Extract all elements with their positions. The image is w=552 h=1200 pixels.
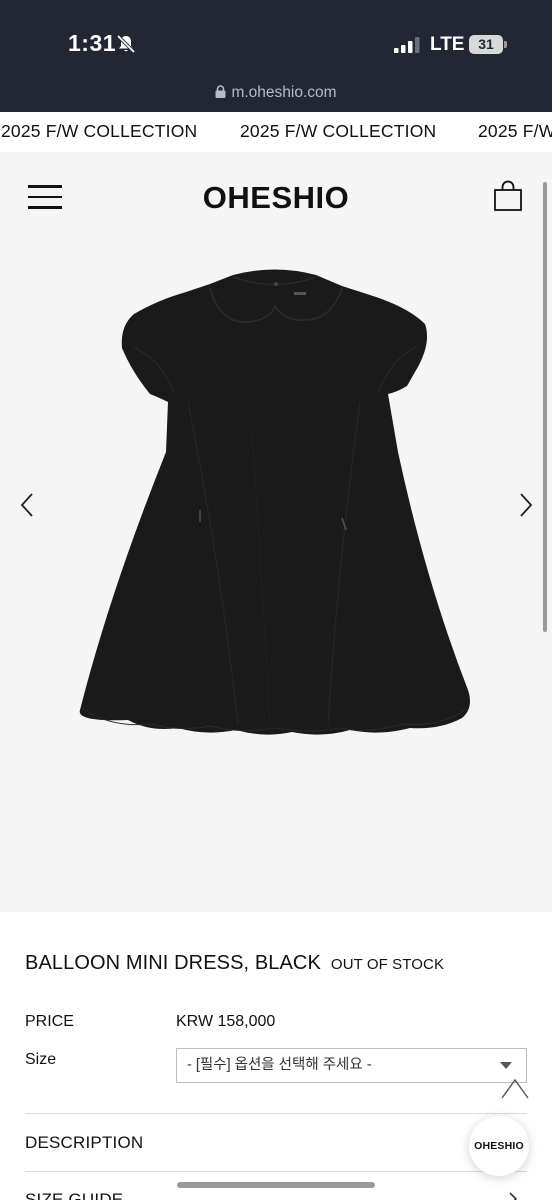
chevron-left-icon[interactable] bbox=[18, 492, 36, 518]
size-guide-toggle[interactable]: SIZE GUIDE bbox=[25, 1190, 123, 1200]
description-toggle[interactable]: DESCRIPTION bbox=[25, 1133, 143, 1153]
battery-icon: 31 bbox=[469, 35, 503, 54]
price-label: PRICE bbox=[25, 1013, 74, 1030]
price-value: KRW 158,000 bbox=[176, 1013, 276, 1030]
divider bbox=[25, 1171, 527, 1172]
site-logo[interactable]: OHESHIO bbox=[0, 180, 552, 216]
status-time: 1:31 bbox=[68, 30, 117, 56]
size-label: Size bbox=[25, 1051, 57, 1068]
chevron-right-icon[interactable] bbox=[508, 1192, 518, 1200]
product-info: BALLOON MINI DRESS, BLACK OUT OF STOCK PR… bbox=[0, 912, 552, 1200]
product-image[interactable] bbox=[70, 262, 480, 746]
status-bar: 1:31 LTE 31 m.oheshio.com bbox=[0, 0, 552, 112]
shopping-bag-icon[interactable] bbox=[493, 180, 523, 212]
bell-slash-icon bbox=[116, 34, 136, 54]
size-select-value: - [필수] 옵션을 선택해 주세요 - bbox=[187, 1057, 372, 1073]
network-type: LTE bbox=[430, 34, 465, 55]
marquee-item[interactable]: 2025 F/W COLLECTION bbox=[240, 121, 436, 142]
marquee-item[interactable]: 2025 F/W COLLECTION bbox=[1, 121, 197, 142]
scroll-top-icon[interactable] bbox=[500, 1076, 530, 1102]
product-page: 1:31 LTE 31 m.oheshio.com 2025 F/W COLLE… bbox=[0, 0, 552, 1200]
lock-icon bbox=[215, 85, 226, 98]
product-gallery[interactable] bbox=[0, 182, 552, 912]
floating-brand-button[interactable]: OHESHIO bbox=[469, 1116, 529, 1176]
product-title: BALLOON MINI DRESS, BLACK bbox=[25, 952, 321, 974]
page-scrollbar[interactable] bbox=[543, 182, 547, 632]
divider bbox=[25, 1113, 527, 1114]
size-select[interactable]: - [필수] 옵션을 선택해 주세요 - bbox=[176, 1048, 527, 1083]
home-indicator bbox=[177, 1182, 375, 1188]
url-bar[interactable]: m.oheshio.com bbox=[0, 84, 552, 102]
collection-marquee[interactable]: 2025 F/W COLLECTION 2025 F/W COLLECTION … bbox=[0, 112, 552, 152]
marquee-item[interactable]: 2025 F/W COLLECTION bbox=[478, 121, 552, 142]
battery-cap bbox=[504, 41, 507, 48]
chevron-right-icon[interactable] bbox=[517, 492, 535, 518]
signal-icon bbox=[394, 37, 420, 53]
product-title-row: BALLOON MINI DRESS, BLACK OUT OF STOCK bbox=[25, 952, 444, 975]
url-text: m.oheshio.com bbox=[231, 84, 337, 101]
caret-down-icon bbox=[500, 1062, 512, 1069]
stock-status-badge: OUT OF STOCK bbox=[330, 956, 445, 973]
site-header: OHESHIO bbox=[0, 152, 552, 240]
